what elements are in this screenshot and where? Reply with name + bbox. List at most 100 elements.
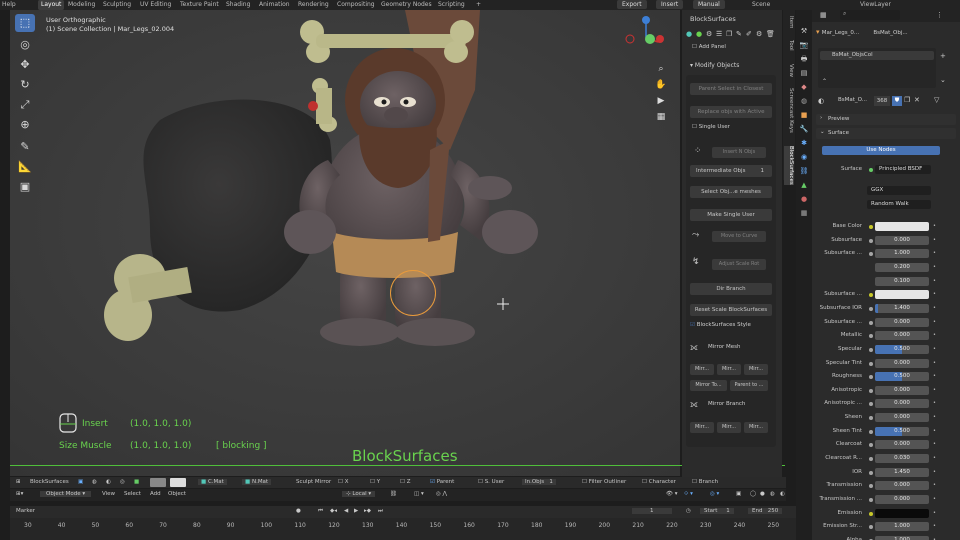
mirror-x-toggle[interactable]: ☐ X bbox=[338, 479, 348, 485]
start-frame-field[interactable]: Start 1 bbox=[700, 508, 734, 514]
tab-scripting[interactable]: Scripting bbox=[438, 1, 465, 8]
surface-shader-field[interactable]: Principled BSDF bbox=[875, 165, 931, 174]
tab-modeling[interactable]: Modeling bbox=[68, 1, 95, 8]
keyframe-dot-icon[interactable]: • bbox=[933, 250, 936, 256]
keyframe-dot-icon[interactable]: • bbox=[933, 469, 936, 475]
value-field[interactable]: 1.450 bbox=[875, 468, 929, 477]
green-icon[interactable]: ● bbox=[696, 30, 702, 38]
tab-blocksurfaces[interactable]: BlockSurfaces bbox=[784, 146, 794, 185]
single-user-checkbox[interactable]: ☐ Single User bbox=[692, 124, 730, 130]
make-single-user-button[interactable]: Make Single User bbox=[690, 209, 772, 221]
paint-icon[interactable]: ✎ bbox=[736, 30, 742, 38]
measure-tool-icon[interactable]: 📐 bbox=[15, 158, 35, 176]
tool-icon[interactable]: ⚙ bbox=[706, 30, 712, 38]
keyframe-dot-icon[interactable]: • bbox=[933, 400, 936, 406]
value-field[interactable]: 0.000 bbox=[875, 481, 929, 490]
material-slots-list[interactable]: BsMat_ObjsCol ⌃ bbox=[818, 48, 936, 88]
add-cube-tool-icon[interactable]: ▣ bbox=[15, 178, 35, 196]
play-icon[interactable]: ▶ bbox=[354, 508, 358, 514]
tab-compositing[interactable]: Compositing bbox=[337, 1, 375, 8]
gray-swatch[interactable] bbox=[150, 478, 166, 487]
snap-icon[interactable]: ◫ ▾ bbox=[414, 491, 424, 497]
value-field[interactable]: 0.000 bbox=[875, 359, 929, 368]
material-sphere-icon[interactable]: ◐ bbox=[818, 97, 824, 105]
material-slot-item[interactable]: BsMat_ObjsCol bbox=[820, 51, 934, 60]
single-user-toggle[interactable]: ☐ S. User bbox=[478, 479, 504, 485]
insert-objs-button[interactable]: Insert N Objs bbox=[712, 147, 766, 158]
pan-hand-icon[interactable]: ✋ bbox=[654, 78, 668, 92]
modify-objects-header[interactable]: ▾ Modify Objects bbox=[690, 62, 739, 69]
proportional-edit-icon[interactable]: ◎ ⋀ bbox=[436, 491, 447, 497]
view-menu[interactable]: View bbox=[102, 491, 115, 497]
marker-menu[interactable]: Marker bbox=[16, 508, 35, 514]
value-field[interactable]: 0.500 bbox=[875, 345, 929, 354]
tool-properties-icon[interactable]: ⚒ bbox=[799, 26, 809, 36]
texture-properties-icon[interactable]: ▦ bbox=[799, 208, 809, 218]
tab-layout[interactable]: Layout bbox=[38, 0, 65, 10]
green-square-icon[interactable]: ■ bbox=[134, 479, 139, 485]
rotate-tool-icon[interactable]: ↻ bbox=[15, 76, 35, 94]
character-toggle[interactable]: ☐ Character bbox=[642, 479, 676, 485]
dir-branch-button[interactable]: Dir Branch bbox=[690, 283, 772, 295]
value-field[interactable]: 0.000 bbox=[875, 331, 929, 340]
value-field[interactable]: 0.030 bbox=[875, 454, 929, 463]
value-field[interactable]: 1.400 bbox=[875, 304, 929, 313]
wire-icon[interactable]: ◎ bbox=[120, 479, 125, 485]
keyframe-dot-icon[interactable]: • bbox=[933, 441, 936, 447]
value-field[interactable]: 0.000 bbox=[875, 495, 929, 504]
jump-end-icon[interactable]: ⏭ bbox=[378, 508, 383, 515]
annotate-tool-icon[interactable]: ✎ bbox=[15, 138, 35, 156]
keyframe-dot-icon[interactable]: • bbox=[933, 360, 936, 366]
keyframe-dot-icon[interactable]: • bbox=[933, 305, 936, 311]
value-field[interactable]: 0.200 bbox=[875, 263, 929, 272]
tab-uv-editing[interactable]: UV Editing bbox=[140, 1, 171, 8]
keyframe-dot-icon[interactable]: • bbox=[933, 373, 936, 379]
end-frame-field[interactable]: End 250 bbox=[748, 508, 783, 514]
keyframe-dot-icon[interactable]: • bbox=[933, 455, 936, 461]
tab-rendering[interactable]: Rendering bbox=[298, 1, 329, 8]
value-field[interactable]: 0.000 bbox=[875, 386, 929, 395]
mirror-button-1[interactable]: Mirr... bbox=[690, 364, 714, 375]
list-icon[interactable]: ☰ bbox=[716, 30, 722, 38]
user-count-badge[interactable]: 368 bbox=[874, 96, 890, 106]
value-field[interactable]: 0.000 bbox=[875, 236, 929, 245]
object-menu[interactable]: Object bbox=[168, 491, 186, 497]
value-field[interactable]: 0.100 bbox=[875, 277, 929, 286]
branch-toggle[interactable]: ☐ Branch bbox=[692, 479, 718, 485]
output-properties-icon[interactable]: 🖶 bbox=[799, 54, 809, 64]
editor-type-icon[interactable]: ⊞ bbox=[16, 479, 21, 485]
editor-type-icon[interactable]: ⊞▾ bbox=[16, 491, 23, 497]
view-layer-properties-icon[interactable]: ▤ bbox=[799, 68, 809, 78]
cursor-tool-icon[interactable]: ◎ bbox=[15, 36, 35, 54]
trash-icon[interactable]: 🗑 bbox=[766, 30, 775, 38]
gizmo-icon[interactable]: ⟐ ▾ bbox=[684, 491, 693, 498]
subsurface-method-dropdown[interactable]: Random Walk bbox=[867, 200, 931, 209]
add-workspace-button[interactable]: + bbox=[476, 1, 481, 8]
play-reverse-icon[interactable]: ◀ bbox=[344, 508, 348, 514]
keyframe-dot-icon[interactable]: • bbox=[933, 237, 936, 243]
constraints-properties-icon[interactable]: ⛓ bbox=[799, 166, 809, 176]
color-swatch-field[interactable] bbox=[875, 509, 929, 518]
overlay-icon[interactable]: ◎ ▾ bbox=[710, 491, 719, 497]
use-nodes-button[interactable]: Use Nodes bbox=[822, 146, 940, 155]
keyframe-dot-icon[interactable]: • bbox=[933, 482, 936, 488]
timeline-ruler[interactable]: 30 40 50 60 70 80 90 100 110 120 130 140 150 160 170 18… bbox=[10, 518, 796, 540]
value-field[interactable]: 1.000 bbox=[875, 249, 929, 258]
prev-keyframe-icon[interactable]: ◆◂ bbox=[330, 508, 337, 514]
object-properties-icon[interactable]: ■ bbox=[799, 110, 809, 120]
distribution-dropdown[interactable]: GGX bbox=[867, 186, 931, 195]
tab-item[interactable]: Item bbox=[784, 16, 794, 29]
preview-range-icon[interactable]: ◷ bbox=[686, 508, 691, 514]
keyframe-dot-icon[interactable]: • bbox=[933, 387, 936, 393]
shading-wire-icon[interactable]: ◯ bbox=[750, 491, 756, 497]
tab-animation[interactable]: Animation bbox=[259, 1, 290, 8]
sphere-icon[interactable]: ◍ bbox=[92, 479, 97, 485]
current-frame-field[interactable]: 1 bbox=[632, 508, 672, 514]
copy-icon[interactable]: ❐ bbox=[726, 30, 732, 38]
white-swatch[interactable] bbox=[170, 478, 186, 487]
tab-sculpting[interactable]: Sculpting bbox=[103, 1, 131, 8]
shading-rendered-icon[interactable]: ◐ bbox=[780, 491, 785, 497]
render-properties-icon[interactable]: 📷 bbox=[799, 40, 809, 50]
n-mat-button[interactable]: ■ N.Mat bbox=[242, 479, 272, 485]
adjust-scale-button[interactable]: Adjust Scale Rot bbox=[712, 259, 766, 270]
